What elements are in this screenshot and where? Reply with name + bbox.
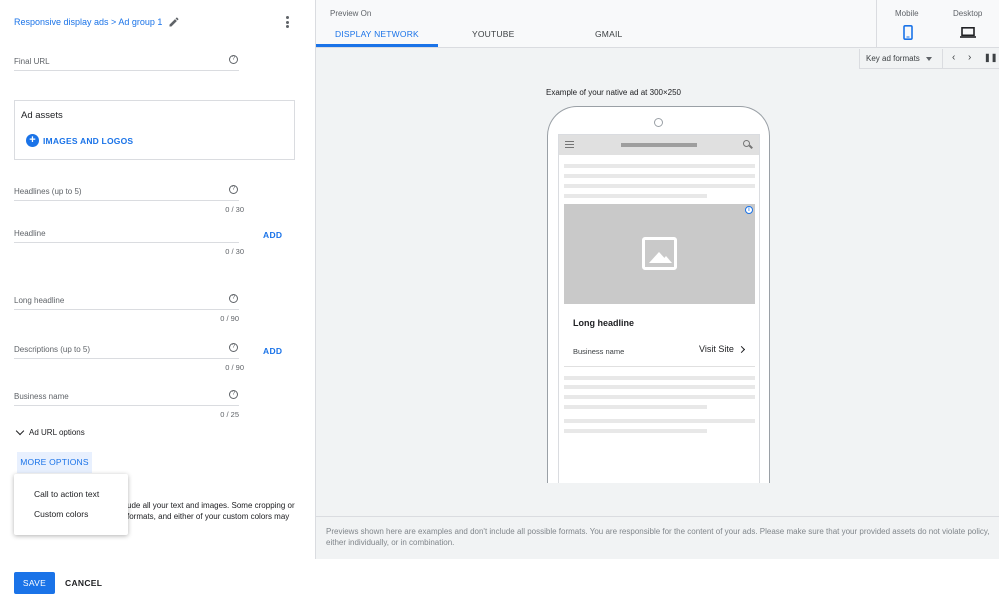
chevron-right-icon (737, 345, 745, 353)
cancel-button[interactable]: CANCEL (65, 578, 102, 588)
final-url-label: Final URL (14, 57, 50, 66)
dropdown-arrow-icon (925, 56, 932, 61)
tab-gmail[interactable]: GMAIL (595, 29, 622, 39)
visit-site-cta: Visit Site (699, 344, 745, 354)
preview-panel: Preview On DISPLAY NETWORK YOUTUBE GMAIL… (315, 0, 999, 559)
save-button[interactable]: SAVE (14, 572, 55, 594)
format-controls: Key ad formats ‹ › ❚❚ (859, 49, 999, 69)
obscured-text-line: formats, and either of your custom color… (127, 512, 290, 521)
key-ad-formats-label: Key ad formats (866, 54, 920, 63)
more-options-menu: Call to action text Custom colors (14, 474, 128, 535)
adchoices-info-icon: i (745, 206, 753, 214)
content-placeholder-line (564, 395, 755, 399)
chevron-left-icon[interactable]: ‹ (952, 52, 955, 63)
app-bar (559, 135, 759, 155)
help-icon[interactable]: ? (229, 343, 238, 352)
long-headline-label: Long headline (14, 296, 65, 305)
descriptions-field[interactable]: Descriptions (up to 5) ? (14, 343, 239, 359)
obscured-text-line: ude all your text and images. Some cropp… (127, 501, 295, 510)
active-tab-indicator (316, 44, 438, 47)
content-placeholder-line (564, 405, 707, 409)
content-placeholder-line (564, 164, 755, 168)
content-placeholder-line (564, 184, 755, 188)
images-and-logos-button[interactable]: + IMAGES AND LOGOS (26, 134, 133, 147)
more-options-button[interactable]: MORE OPTIONS (17, 452, 92, 473)
more-vert-icon[interactable] (282, 14, 292, 30)
content-placeholder-line (564, 419, 755, 423)
long-headline-field[interactable]: Long headline ? (14, 294, 239, 310)
phone-speaker (654, 118, 663, 127)
divider (876, 0, 877, 48)
preview-header: Preview On DISPLAY NETWORK YOUTUBE GMAIL… (316, 0, 999, 48)
phone-mockup: i Long headline Business name Visit Site (547, 106, 770, 483)
desktop-label[interactable]: Desktop (953, 9, 982, 18)
tab-youtube[interactable]: YOUTUBE (472, 29, 515, 39)
headline-label: Headline (14, 229, 46, 238)
preview-disclaimer: Previews shown here are examples and don… (316, 516, 999, 559)
help-icon[interactable]: ? (229, 294, 238, 303)
ad-url-options-label: Ad URL options (29, 428, 85, 437)
content-placeholder-line (564, 385, 755, 389)
mountain-shape (660, 256, 672, 263)
final-url-field[interactable]: Final URL ? (14, 55, 239, 71)
ad-form-panel: Responsive display ads > Ad group 1 Fina… (0, 0, 315, 610)
example-caption: Example of your native ad at 300×250 (546, 88, 681, 97)
visit-site-label: Visit Site (699, 344, 734, 354)
chevron-down-icon (15, 426, 25, 436)
headlines-counter: 0 / 30 (225, 205, 244, 214)
laptop-icon[interactable] (960, 27, 976, 38)
content-placeholder-line (564, 174, 755, 178)
menu-item-custom-colors[interactable]: Custom colors (14, 504, 128, 524)
help-icon[interactable]: ? (229, 55, 238, 64)
content-placeholder-line (564, 194, 707, 198)
help-icon[interactable]: ? (229, 185, 238, 194)
tab-display-network[interactable]: DISPLAY NETWORK (335, 29, 419, 39)
headlines-label: Headlines (up to 5) (14, 187, 82, 196)
ad-image-placeholder (564, 204, 755, 304)
divider (942, 49, 943, 69)
descriptions-label: Descriptions (up to 5) (14, 345, 91, 354)
menu-item-call-to-action[interactable]: Call to action text (14, 484, 128, 504)
headlines-field[interactable]: Headlines (up to 5) ? (14, 185, 239, 201)
edit-pencil-icon[interactable] (168, 16, 180, 28)
headline-input[interactable]: Headline (14, 227, 239, 243)
content-placeholder-line (564, 376, 755, 380)
help-icon[interactable]: ? (229, 390, 238, 399)
ad-business-name: Business name (573, 347, 625, 356)
descriptions-counter: 0 / 90 (225, 363, 244, 372)
breadcrumb[interactable]: Responsive display ads > Ad group 1 (14, 16, 180, 28)
smartphone-icon[interactable] (903, 25, 913, 40)
business-name-label: Business name (14, 392, 69, 401)
business-name-field[interactable]: Business name ? (14, 390, 239, 406)
add-description-button[interactable]: ADD (263, 346, 282, 356)
headline-counter: 0 / 30 (225, 247, 244, 256)
divider (564, 366, 755, 367)
breadcrumb-text[interactable]: Responsive display ads > Ad group 1 (14, 17, 162, 27)
preview-on-label: Preview On (330, 9, 372, 18)
ad-assets-title: Ad assets (21, 110, 63, 121)
ad-editor: Responsive display ads > Ad group 1 Fina… (0, 0, 999, 610)
add-headline-button[interactable]: ADD (263, 230, 282, 240)
mobile-label[interactable]: Mobile (895, 9, 919, 18)
ad-url-options-toggle[interactable]: Ad URL options (15, 426, 85, 437)
business-name-counter: 0 / 25 (220, 410, 239, 419)
ad-headline: Long headline (573, 318, 635, 328)
pause-icon[interactable]: ❚❚ (984, 53, 997, 62)
menu-icon (565, 141, 574, 148)
long-headline-counter: 0 / 90 (220, 314, 239, 323)
phone-screen: i Long headline Business name Visit Site (558, 134, 760, 483)
search-bar-placeholder (621, 143, 697, 147)
ad-assets-card: Ad assets + IMAGES AND LOGOS (14, 100, 295, 160)
add-circle-icon: + (26, 134, 39, 147)
obscured-help-text: ude all your text and images. Some cropp… (127, 500, 307, 522)
chevron-right-icon[interactable]: › (968, 52, 971, 63)
key-ad-formats-select[interactable]: Key ad formats (866, 54, 932, 63)
content-placeholder-line (564, 429, 707, 433)
images-and-logos-label: IMAGES AND LOGOS (43, 135, 134, 146)
image-icon (642, 237, 677, 270)
search-icon (743, 140, 750, 147)
